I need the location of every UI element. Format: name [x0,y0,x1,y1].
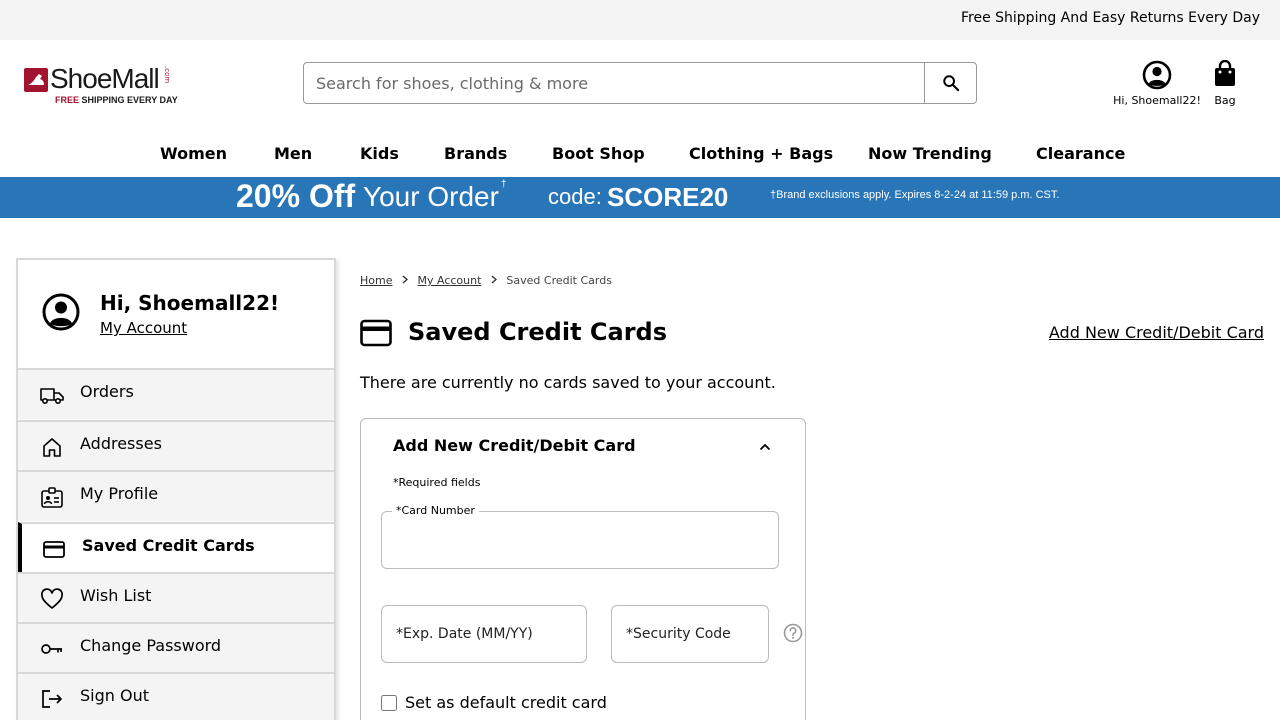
security-code-input[interactable] [612,606,768,662]
chevron-right-icon [491,275,497,284]
nav-men[interactable]: Men [274,140,312,167]
sidebar-item-label: Orders [80,382,134,401]
form-title: Add New Credit/Debit Card [393,436,636,455]
logo-tag-free: FREE [55,95,80,105]
security-code-field [611,605,769,663]
sidebar-item-label: My Profile [80,484,159,503]
sidebar-item-wish-list[interactable]: Wish List [18,572,334,623]
chevron-up-icon[interactable] [759,443,771,451]
exp-date-input[interactable] [382,606,586,662]
promo-dagger: † [501,179,507,190]
breadcrumb-my-account[interactable]: My Account [417,274,481,287]
sidebar-item-profile[interactable]: My Profile [18,470,334,521]
chevron-right-icon [402,275,408,284]
exp-date-field [381,605,587,663]
sidebar-item-label: Change Password [80,636,222,655]
bag-label: Bag [1214,94,1236,107]
nav-women[interactable]: Women [160,140,227,167]
truck-icon [40,388,64,405]
no-cards-message: There are currently no cards saved to yo… [360,373,776,392]
bag-button[interactable]: Bag [1206,60,1244,112]
shoe-logo-icon [24,68,48,92]
nav-kids[interactable]: Kids [360,140,399,167]
promo-code-label: code: [548,184,602,209]
account-sidebar: Hi, Shoemall22! My Account Orders Addres… [16,258,336,720]
sidebar-item-change-password[interactable]: Change Password [18,622,334,673]
card-number-label: *Card Number [392,504,479,517]
breadcrumb: Home My Account Saved Credit Cards [360,274,612,287]
account-label: Hi, Shoemall22! [1113,94,1201,107]
nav-clothing-bags[interactable]: Clothing + Bags [689,140,833,167]
sidebar-item-label: Addresses [80,434,162,453]
default-card-label: Set as default credit card [405,693,607,712]
shoemall-logo[interactable]: ShoeMall .com FREE SHIPPING EVERY DAY [24,63,180,106]
user-avatar-icon [42,293,80,331]
sidebar-item-label: Wish List [80,586,152,605]
home-icon [43,438,61,457]
help-circle-icon[interactable] [783,623,803,643]
sidebar-item-addresses[interactable]: Addresses [18,420,334,471]
card-number-field: *Card Number [381,504,779,569]
user-circle-icon [1142,60,1172,90]
sidebar-header: Hi, Shoemall22! My Account [18,260,334,370]
id-card-icon [41,487,63,508]
sidebar-item-label: Saved Credit Cards [82,536,255,555]
logo-wordmark: ShoeMall [50,63,160,94]
key-icon [41,644,62,654]
nav-clearance[interactable]: Clearance [1036,140,1125,167]
promo-amount: 20% Off [236,178,356,214]
default-card-row[interactable]: Set as default credit card [381,693,607,712]
nav-brands[interactable]: Brands [444,140,507,167]
promo-rest: Your Order [363,181,499,212]
promo-fine-print: †Brand exclusions apply. Expires 8-2-24 … [770,189,1060,201]
breadcrumb-home[interactable]: Home [360,274,392,287]
credit-card-icon [43,541,65,558]
top-announcement-bar: Free Shipping And Easy Returns Every Day [0,0,1280,40]
nav-now-trending[interactable]: Now Trending [868,140,992,167]
required-fields-note: *Required fields [393,476,481,489]
search-button[interactable] [924,63,976,103]
free-shipping-text: Free Shipping And Easy Returns Every Day [960,10,1260,26]
main-nav: Women Men Kids Brands Boot Shop Clothing… [0,140,1280,168]
promo-banner[interactable]: 20% Off Your Order † code: SCORE20 †Bran… [0,177,1280,218]
my-account-link[interactable]: My Account [100,319,187,337]
promo-code: SCORE20 [607,182,729,212]
card-number-input[interactable] [382,512,778,568]
page-title: Saved Credit Cards [408,318,668,346]
credit-card-icon [360,319,392,347]
logo-tag-rest: SHIPPING EVERY DAY [79,95,178,105]
logo-tagline: FREE SHIPPING EVERY DAY [55,95,178,105]
breadcrumb-current: Saved Credit Cards [506,274,612,287]
add-card-form: Add New Credit/Debit Card *Required fiel… [360,418,806,720]
sidebar-item-sign-out[interactable]: Sign Out [18,672,334,720]
sidebar-greeting: Hi, Shoemall22! [100,291,280,315]
account-button[interactable]: Hi, Shoemall22! [1104,60,1210,112]
sign-out-icon [42,690,62,708]
sidebar-item-saved-cards[interactable]: Saved Credit Cards [18,522,334,573]
sidebar-item-orders[interactable]: Orders [18,368,334,419]
nav-boot-shop[interactable]: Boot Shop [552,140,645,167]
logo-com: .com [163,66,171,84]
heart-icon [41,588,63,609]
add-new-card-link[interactable]: Add New Credit/Debit Card [1049,323,1264,342]
shopping-bag-icon [1215,60,1235,86]
search-icon [942,75,959,92]
search-input[interactable] [304,63,926,103]
default-card-checkbox[interactable] [381,694,397,711]
search-bar [303,62,977,104]
sidebar-item-label: Sign Out [80,686,149,705]
